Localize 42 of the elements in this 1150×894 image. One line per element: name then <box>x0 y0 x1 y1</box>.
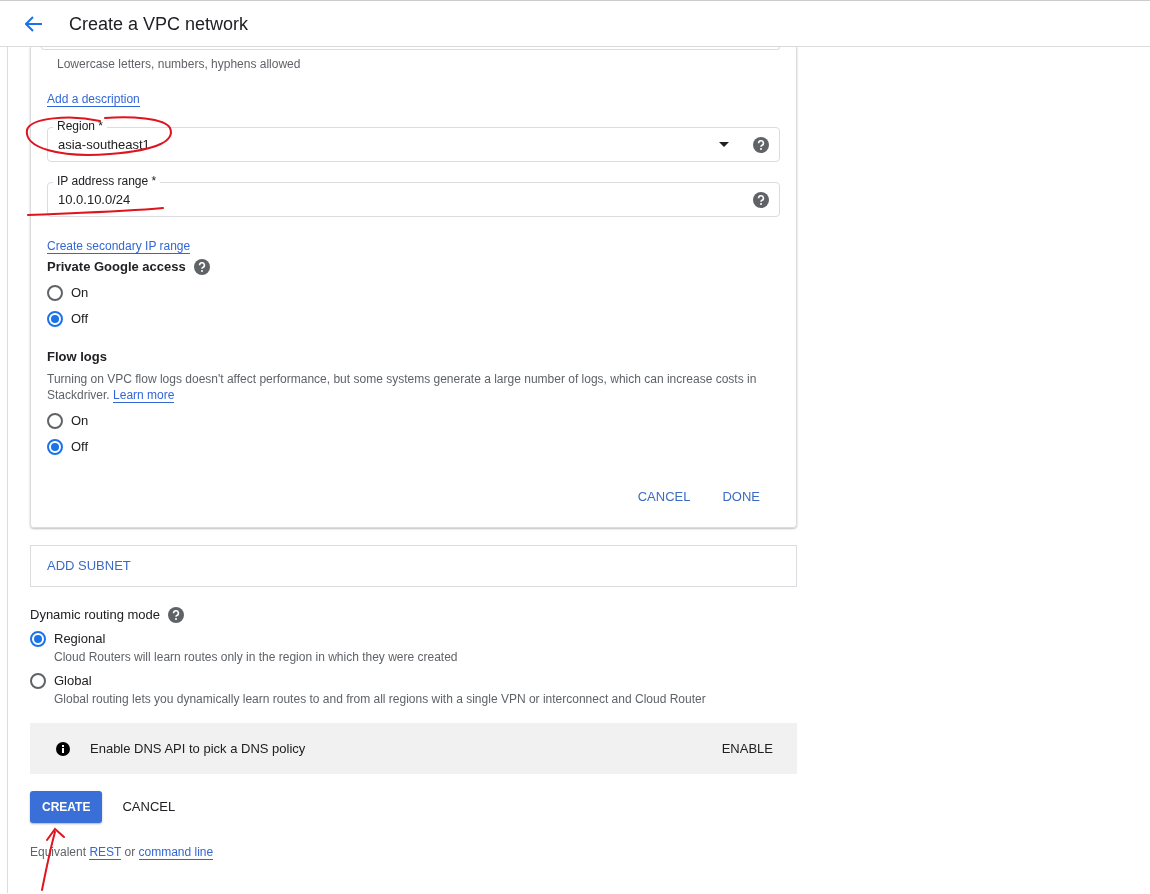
radio-button[interactable] <box>47 439 63 455</box>
back-arrow-icon[interactable] <box>25 15 43 32</box>
help-icon[interactable] <box>193 259 210 275</box>
option-label: Regional <box>54 631 106 647</box>
secondary-range-link[interactable]: Create secondary IP range <box>47 239 191 254</box>
field-value: 10.0.10.0/24 <box>58 191 131 208</box>
info-icon <box>56 741 70 756</box>
radio-button[interactable] <box>47 285 63 301</box>
option-label: Global <box>54 673 92 689</box>
field-hint: Lowercase letters, numbers, hyphens allowed <box>57 56 302 72</box>
add-subnet-button[interactable]: ADD SUBNET <box>47 558 131 574</box>
field-value: asia-southeast1 <box>58 136 150 153</box>
option-label: Off <box>71 439 89 455</box>
done-button[interactable]: DONE <box>714 485 768 509</box>
option-description: Global routing lets you dynamically learn routes to and from all regions with a single VPN or interconnect and Cloud Router <box>54 691 707 707</box>
cancel-button[interactable]: CANCEL <box>629 485 699 509</box>
create-button[interactable]: CREATE <box>30 791 103 823</box>
flow-logs-description: Turning on VPC flow logs doesn't affect performance, but some systems generate a large number of logs, which can increase costs in Stackdriver. Learn more <box>47 371 758 403</box>
learn-more-link[interactable]: Learn more <box>113 388 175 403</box>
cancel-button[interactable]: CANCEL <box>110 791 188 823</box>
option-label: Off <box>71 311 89 327</box>
radio-button[interactable] <box>47 311 63 327</box>
help-icon[interactable] <box>168 607 185 623</box>
radio-button[interactable] <box>30 673 46 689</box>
option-label: On <box>71 285 89 301</box>
enable-button[interactable]: ENABLE <box>721 740 773 757</box>
option-label: On <box>71 413 89 429</box>
add-description-link[interactable]: Add a description <box>47 92 140 107</box>
radio-button[interactable] <box>30 631 46 647</box>
dropdown-caret-icon[interactable] <box>719 142 729 147</box>
option-description: Cloud Routers will learn routes only in the region in which they were created <box>54 649 459 665</box>
section-title: Private Google access <box>47 259 186 275</box>
help-icon[interactable] <box>753 136 769 153</box>
radio-button[interactable] <box>47 413 63 429</box>
help-icon[interactable] <box>753 191 769 208</box>
rest-link[interactable]: REST <box>89 845 122 860</box>
section-title: Flow logs <box>47 349 108 365</box>
section-title: Dynamic routing mode <box>30 607 161 623</box>
page-title: Create a VPC network <box>69 15 249 32</box>
banner-text: Enable DNS API to pick a DNS policy <box>90 740 307 757</box>
command-line-link[interactable]: command line <box>138 845 214 860</box>
field-label: IP address range * <box>53 173 161 189</box>
